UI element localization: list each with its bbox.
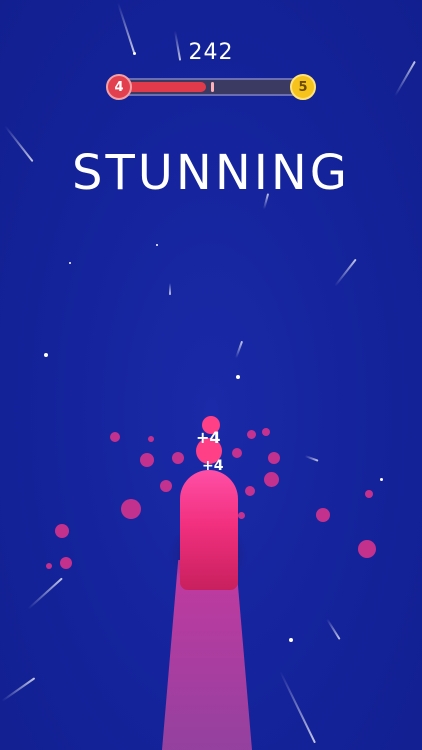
particle	[245, 486, 255, 496]
particle	[60, 557, 72, 569]
hit-bonus-text: +4	[202, 458, 224, 474]
score-counter: 242	[188, 40, 234, 65]
particle	[238, 512, 245, 519]
particle	[262, 428, 270, 436]
speed-streak	[169, 283, 171, 295]
particle	[55, 524, 69, 538]
particle	[172, 452, 184, 464]
particle	[247, 430, 256, 439]
particle	[316, 508, 330, 522]
level-progress-bar	[110, 78, 312, 96]
particle	[365, 490, 373, 498]
particle	[46, 563, 52, 569]
level-progress-fill	[120, 82, 206, 92]
particle	[264, 472, 279, 487]
star	[156, 244, 158, 246]
particle	[160, 480, 172, 492]
star	[44, 353, 48, 357]
progress-marker	[211, 82, 214, 92]
particle	[358, 540, 376, 558]
particle	[148, 436, 154, 442]
praise-banner: STUNNING	[72, 145, 350, 201]
current-level-badge: 4	[106, 74, 132, 100]
star	[289, 638, 293, 642]
particle	[110, 432, 120, 442]
next-level-badge: 5	[290, 74, 316, 100]
particle	[121, 499, 141, 519]
hit-bonus-text: +4	[196, 428, 221, 447]
star	[69, 262, 71, 264]
particle	[268, 452, 280, 464]
particle	[140, 453, 154, 467]
star	[380, 478, 383, 481]
star	[236, 375, 240, 379]
player-stack	[180, 470, 238, 590]
particle	[232, 448, 242, 458]
